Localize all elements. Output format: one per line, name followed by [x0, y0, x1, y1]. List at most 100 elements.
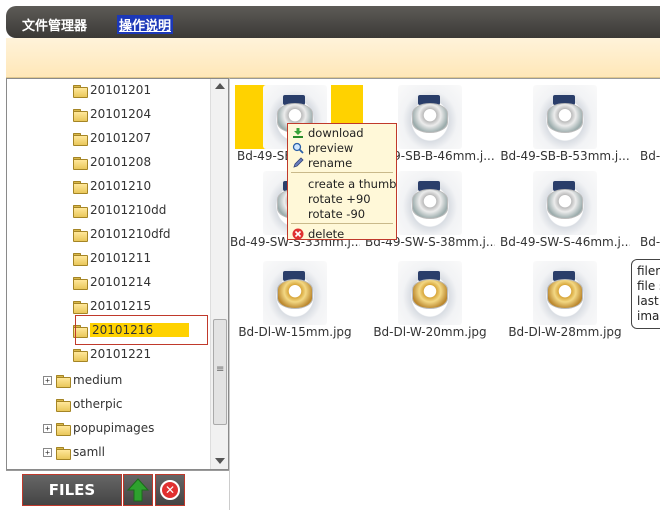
- tree-item-label: 20101208: [90, 155, 152, 169]
- scroll-down-icon[interactable]: [215, 458, 225, 464]
- thumbnail-image: [398, 171, 462, 235]
- tree-item-date[interactable]: 20101210dd: [73, 200, 166, 220]
- menu-item-rotate-plus[interactable]: rotate +90: [288, 191, 396, 206]
- thumbnail-image: [398, 261, 462, 325]
- menu-separator: [291, 223, 393, 224]
- menu-item-create-thumb[interactable]: create a thumb: [288, 176, 396, 191]
- tree-item-label: 20101215: [90, 299, 152, 313]
- tree-item-date[interactable]: 20101201: [73, 80, 151, 100]
- folder-icon: [73, 180, 88, 194]
- expand-icon[interactable]: +: [43, 423, 52, 433]
- folder-icon: [73, 132, 88, 146]
- tree-item-label: 20101221: [90, 347, 152, 361]
- folder-icon: [56, 398, 71, 412]
- download-icon: [291, 126, 304, 139]
- tree-item-label: 20101204: [90, 107, 152, 121]
- files-button[interactable]: FILES: [22, 474, 122, 506]
- tree-item-date[interactable]: 20101207: [73, 128, 151, 148]
- thumbnail-image: [263, 261, 327, 325]
- tooltip-line: file s: [637, 279, 660, 293]
- delete-icon: [291, 227, 304, 240]
- folder-icon: [73, 204, 88, 218]
- help-link[interactable]: 操作说明: [117, 15, 174, 34]
- magnifier-icon: [291, 141, 304, 154]
- scroll-up-icon[interactable]: [215, 83, 225, 89]
- scroll-thumb[interactable]: [213, 319, 227, 425]
- folder-icon: [73, 156, 88, 170]
- thumbnail-image: [533, 85, 597, 149]
- tree-item-date[interactable]: 20101208: [73, 152, 151, 172]
- tree-item-label: medium: [73, 373, 123, 387]
- file-name: Bd-Dl-W-20mm.jpg: [373, 325, 487, 339]
- close-icon: ✕: [160, 480, 180, 500]
- folder-icon: [73, 276, 88, 290]
- menu-item-rename[interactable]: rename: [288, 155, 396, 170]
- tree-item-label: 20101201: [90, 83, 152, 97]
- folder-icon: [73, 348, 88, 362]
- file-item[interactable]: Bd-49-SB-B-53mm.j...: [500, 79, 630, 165]
- tree-item-label: 20101210: [90, 179, 152, 193]
- file-name: Bd-4: [640, 235, 660, 249]
- tree-item-date[interactable]: 20101210: [73, 176, 151, 196]
- tree-item-otherpic[interactable]: otherpic: [56, 394, 123, 414]
- file-item[interactable]: Bd-Dl-W-15mm.jpg: [230, 255, 360, 341]
- arrow-up-icon: [127, 478, 149, 502]
- menu-item-delete[interactable]: delete: [288, 226, 396, 241]
- menu-separator: [291, 172, 393, 173]
- menu-item-label: create a thumb: [308, 176, 397, 191]
- tree-item-label: popupimages: [73, 421, 155, 435]
- tooltip-line: filen: [637, 264, 660, 278]
- tree-item-label: 20101210dfd: [90, 227, 171, 241]
- menu-item-preview[interactable]: preview: [288, 140, 396, 155]
- menu-item-label: rotate +90: [308, 191, 371, 206]
- folder-tree: 20101201 20101204 20101207 20101208 2010…: [6, 78, 229, 470]
- thumbnail-image: [533, 171, 597, 235]
- tree-item-label: 20101207: [90, 131, 152, 145]
- file-item[interactable]: Bd-Dl-W-28mm.jpg: [500, 255, 630, 341]
- tree-item-label: samll: [73, 445, 105, 459]
- tree-item-popupimages[interactable]: + popupimages: [43, 418, 154, 438]
- tree-item-date[interactable]: 20101204: [73, 104, 151, 124]
- file-info-tooltip: filen file s last imag: [631, 259, 660, 329]
- menu-item-label: rename: [308, 155, 353, 170]
- file-name: Bd-49-SW-S-46mm.j...: [500, 235, 630, 249]
- titlebar-background: 文件管理器 操作说明: [6, 6, 660, 38]
- file-name: Bd-Dl-W-15mm.jpg: [238, 325, 352, 339]
- tree-item-date[interactable]: 20101211: [73, 248, 151, 268]
- file-item[interactable]: Bd-4: [635, 165, 660, 251]
- folder-icon: [56, 446, 71, 460]
- tree-item-label: 20101210dd: [90, 203, 167, 217]
- tree-item-label: otherpic: [73, 397, 123, 411]
- tree-footer: FILES ✕: [6, 470, 229, 510]
- delete-folder-button[interactable]: ✕: [155, 474, 185, 506]
- folder-icon: [56, 374, 71, 388]
- expand-icon[interactable]: +: [43, 447, 52, 457]
- tree-item-medium[interactable]: + medium: [43, 370, 122, 390]
- tree-item-date[interactable]: 20101221: [73, 344, 151, 364]
- tree-item-label: 20101211: [90, 251, 152, 265]
- app-title: 文件管理器: [22, 19, 88, 34]
- menu-item-download[interactable]: download: [288, 125, 396, 140]
- thumbnail-image: [398, 85, 462, 149]
- window-titlebar: 文件管理器 操作说明: [0, 0, 660, 42]
- tree-item-date[interactable]: 20101214: [73, 272, 151, 292]
- tree-item-samll[interactable]: + samll: [43, 442, 105, 462]
- file-name: Bd-Dl-W-28mm.jpg: [508, 325, 622, 339]
- expand-icon[interactable]: +: [43, 375, 52, 385]
- tree-item-label: 20101214: [90, 275, 152, 289]
- menu-item-label: rotate -90: [308, 206, 366, 221]
- tree-scrollbar[interactable]: [210, 79, 228, 469]
- folder-icon: [73, 228, 88, 242]
- up-folder-button[interactable]: [123, 474, 153, 506]
- menu-item-rotate-minus[interactable]: rotate -90: [288, 206, 396, 221]
- file-item[interactable]: Bd-Dl-W-20mm.jpg: [365, 255, 495, 341]
- menu-item-label: download: [308, 125, 364, 140]
- folder-icon: [73, 300, 88, 314]
- file-item[interactable]: Bd-49-SW-S-46mm.j...: [500, 165, 630, 251]
- file-item[interactable]: Bd-4: [635, 79, 660, 165]
- folder-icon: [73, 252, 88, 266]
- tree-item-date[interactable]: 20101210dfd: [73, 224, 171, 244]
- pencil-icon: [291, 156, 304, 169]
- context-menu: download preview rename create a thumb r…: [287, 123, 397, 241]
- tree-item-date[interactable]: 20101215: [73, 296, 151, 316]
